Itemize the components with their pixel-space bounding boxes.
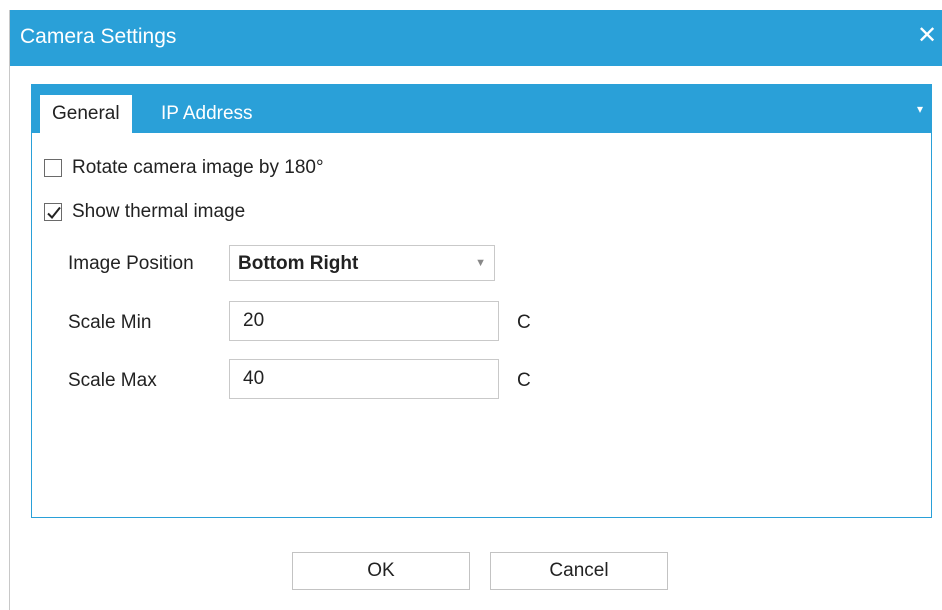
- chevron-down-icon: ▼: [475, 257, 486, 269]
- tab-menu-dropdown-icon[interactable]: ▾: [917, 103, 923, 115]
- settings-tab-panel: General IP Address ▾ Rotate camera image…: [31, 84, 932, 518]
- thermal-label: Show thermal image: [72, 201, 246, 222]
- thermal-checkbox[interactable]: [44, 203, 62, 221]
- scale-max-input[interactable]: 40: [229, 359, 499, 399]
- dialog-title: Camera Settings: [20, 25, 177, 48]
- rotate-label: Rotate camera image by 180°: [72, 157, 324, 178]
- thermal-option[interactable]: Show thermal image: [44, 200, 245, 224]
- tab-strip: General IP Address ▾: [32, 85, 931, 133]
- title-bar: Camera Settings ✕: [10, 10, 942, 66]
- scale-max-unit: C: [517, 370, 531, 391]
- cancel-button[interactable]: Cancel: [490, 552, 668, 590]
- camera-settings-dialog: Camera Settings ✕ General IP Address ▾ R…: [9, 10, 942, 610]
- image-position-label: Image Position: [68, 253, 194, 274]
- rotate-option[interactable]: Rotate camera image by 180°: [44, 156, 324, 180]
- scale-min-label: Scale Min: [68, 312, 152, 333]
- scale-min-input[interactable]: 20: [229, 301, 499, 341]
- image-position-value: Bottom Right: [238, 253, 359, 274]
- scale-min-unit: C: [517, 312, 531, 333]
- checkmark-icon: [47, 206, 61, 219]
- close-icon[interactable]: ✕: [915, 24, 939, 48]
- tab-general[interactable]: General: [40, 95, 132, 133]
- scale-max-label: Scale Max: [68, 370, 157, 391]
- image-position-select[interactable]: Bottom Right ▼: [229, 245, 495, 281]
- ok-button[interactable]: OK: [292, 552, 470, 590]
- rotate-checkbox[interactable]: [44, 159, 62, 177]
- tab-ip-address[interactable]: IP Address: [149, 95, 265, 133]
